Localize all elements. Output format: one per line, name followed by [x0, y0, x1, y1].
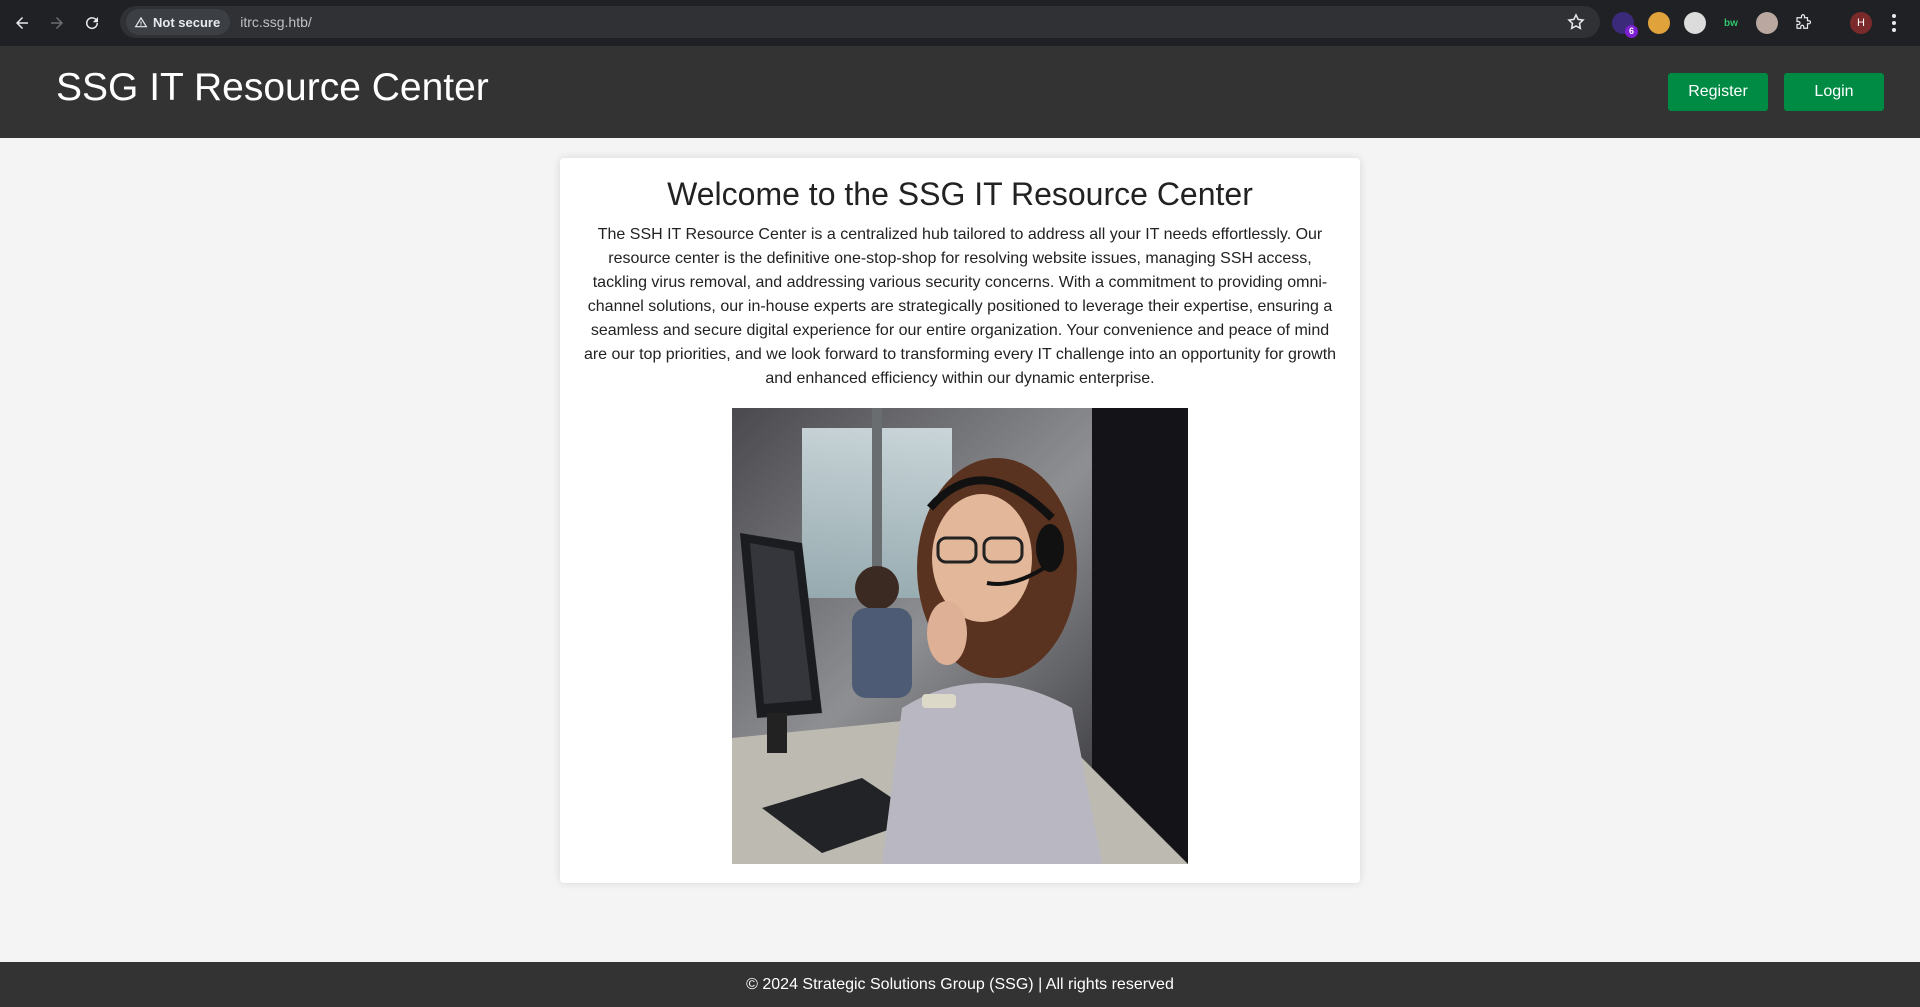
- security-chip[interactable]: Not secure: [126, 9, 231, 35]
- extension-badge: 6: [1625, 25, 1638, 38]
- warning-icon: [134, 16, 148, 28]
- extension-gray-icon[interactable]: [1684, 12, 1706, 34]
- support-agent-photo: [732, 408, 1188, 864]
- address-bar[interactable]: Not secure itrc.ssg.htb/: [120, 6, 1600, 38]
- extension-purple-icon[interactable]: 6: [1612, 12, 1638, 38]
- profile-avatar[interactable]: H: [1850, 12, 1872, 34]
- site-title[interactable]: SSG IT Resource Center: [56, 66, 489, 110]
- browser-toolbar: Not secure itrc.ssg.htb/ 6 bw H: [0, 0, 1920, 46]
- footer-text: © 2024 Strategic Solutions Group (SSG) |…: [746, 976, 1174, 993]
- star-icon[interactable]: [1566, 12, 1586, 32]
- owl-extension-icon[interactable]: [1756, 12, 1778, 34]
- forward-button[interactable]: [44, 10, 70, 36]
- reload-icon: [86, 17, 99, 30]
- back-icon: [16, 17, 28, 29]
- bw-extension-icon[interactable]: bw: [1720, 12, 1742, 34]
- forward-icon: [51, 17, 63, 29]
- puzzle-icon[interactable]: [1792, 12, 1814, 34]
- welcome-text: The SSH IT Resource Center is a centrali…: [583, 226, 1337, 387]
- register-button[interactable]: Register: [1668, 73, 1768, 111]
- cookie-extension-icon[interactable]: [1648, 12, 1670, 34]
- more-icon[interactable]: [1890, 12, 1898, 34]
- site-footer: © 2024 Strategic Solutions Group (SSG) |…: [0, 962, 1920, 1007]
- bw-extension-label: bw: [1724, 17, 1738, 29]
- site-header: SSG IT Resource Center Register Login: [0, 46, 1920, 138]
- welcome-card: Welcome to the SSG IT Resource Center Th…: [560, 158, 1360, 883]
- reload-button[interactable]: [79, 10, 105, 36]
- url-text[interactable]: itrc.ssg.htb/: [240, 14, 312, 30]
- welcome-heading: Welcome to the SSG IT Resource Center: [667, 176, 1253, 212]
- back-button[interactable]: [9, 10, 35, 36]
- extensions-row: 6 bw: [1612, 10, 1828, 38]
- security-label: Not secure: [153, 14, 221, 30]
- login-button[interactable]: Login: [1784, 73, 1884, 111]
